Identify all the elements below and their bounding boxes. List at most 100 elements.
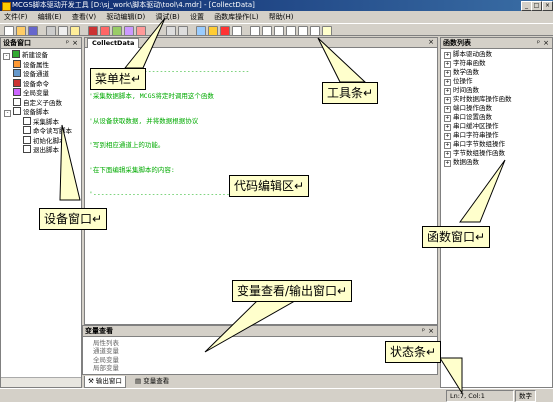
list-item[interactable]: 局部变量 xyxy=(93,364,437,372)
pin-icon[interactable]: ᵖ xyxy=(537,38,540,48)
replace-icon[interactable] xyxy=(274,26,284,36)
expand-icon[interactable]: + xyxy=(444,52,451,59)
command-icon[interactable] xyxy=(112,26,122,36)
output-icon: ⚒ xyxy=(88,377,94,385)
tree-item-function-category[interactable]: + 串口字符串操作 xyxy=(444,131,552,140)
tree-item-function-category[interactable]: + 串口设置函数 xyxy=(444,113,552,122)
tree-item-function-category[interactable]: + 串口缓冲区操作 xyxy=(444,122,552,131)
function-tree: + 脚本驱动函数 + 字符串函数 + 数学函数 + 位操作 + 时间函数 + 实时数据库操作… xyxy=(441,49,552,167)
pin-icon[interactable]: ᵖ xyxy=(422,326,425,336)
tree-item-function-category[interactable]: + 字符串函数 xyxy=(444,59,552,68)
expand-icon[interactable]: + xyxy=(444,124,451,131)
step-icon[interactable] xyxy=(232,26,242,36)
expand-icon[interactable]: + xyxy=(444,160,451,167)
paste-icon[interactable] xyxy=(70,26,80,36)
tree-item-device-props[interactable]: 设备属性 xyxy=(1,60,81,69)
expand-icon[interactable]: + xyxy=(444,106,451,113)
goto-icon[interactable] xyxy=(286,26,296,36)
expand-icon[interactable]: + xyxy=(444,70,451,77)
new-file-icon[interactable] xyxy=(4,26,14,36)
menu-file[interactable]: 文件(F) xyxy=(0,11,32,23)
cut-icon[interactable] xyxy=(46,26,56,36)
tab-variable-view[interactable]: ▤ 变量查看 xyxy=(132,376,172,387)
tree-item-device-command[interactable]: 设备命令 xyxy=(1,78,81,88)
tree-item-function-category[interactable]: + 时间函数 xyxy=(444,86,552,95)
compile-icon[interactable] xyxy=(196,26,206,36)
expand-icon[interactable]: + xyxy=(444,61,451,68)
tree-item-function-category[interactable]: + 位操作 xyxy=(444,77,552,86)
collapse-icon[interactable]: - xyxy=(4,110,11,118)
tree-item-function-category[interactable]: + 数学函数 xyxy=(444,68,552,77)
menu-help[interactable]: 帮助(H) xyxy=(265,11,298,23)
tree-item-function-category[interactable]: + 脚本驱动函数 xyxy=(444,50,552,59)
tree-item-function-category[interactable]: + 数据函数 xyxy=(444,158,552,167)
tab-output-window[interactable]: ⚒ 输出窗口 xyxy=(84,376,126,388)
expand-icon[interactable]: + xyxy=(444,79,451,86)
tree-item-function-category[interactable]: + 端口操作函数 xyxy=(444,104,552,113)
expand-icon[interactable]: + xyxy=(444,115,451,122)
tree-item-collect-script[interactable]: 采集脚本 xyxy=(1,117,81,126)
tree-item-function-category[interactable]: + 串口字节数组操作 xyxy=(444,140,552,149)
tree-item-device-channel[interactable]: 设备通道 xyxy=(1,69,81,78)
code-line: '在下面编辑采集脚本的内容: xyxy=(89,165,175,174)
device-panel-header: 设备窗口 ᵖ × xyxy=(1,38,81,49)
pin-icon[interactable]: ᵖ xyxy=(66,38,69,48)
function-panel: 函数列表 ᵖ × + 脚本驱动函数 + 字符串函数 + 数学函数 + 位操作 + 时间函数… xyxy=(440,37,553,388)
bottom-tabbar: ⚒ 输出窗口 ▤ 变量查看 xyxy=(82,376,438,388)
menu-edit[interactable]: 编辑(E) xyxy=(34,11,66,23)
tab-collectdata[interactable]: CollectData xyxy=(87,38,140,48)
callout-editor: 代码编辑区↵ xyxy=(229,175,310,197)
tree-item-device-script[interactable]: - 设备脚本 xyxy=(1,107,81,118)
variable-list: 局性列表 通道变量 全局变量 局部变量 xyxy=(83,337,437,373)
tree-item-custom-functions[interactable]: 自定义子函数 xyxy=(1,97,81,107)
tree-item-function-category[interactable]: + 字节数组操作函数 xyxy=(444,149,552,158)
function-icon xyxy=(13,97,21,106)
arrow-up-icon[interactable] xyxy=(166,26,176,36)
tree-item-init-script[interactable]: 初始化脚本 xyxy=(1,135,81,145)
menu-view[interactable]: 查看(V) xyxy=(68,11,100,23)
script-icon[interactable] xyxy=(124,26,134,36)
channel-icon[interactable] xyxy=(100,26,110,36)
menu-settings[interactable]: 设置 xyxy=(186,11,208,23)
expand-icon[interactable]: + xyxy=(444,133,451,140)
properties-icon xyxy=(13,60,21,68)
tree-item-global-vars[interactable]: 全局变量 xyxy=(1,88,81,97)
arrow-down-icon[interactable] xyxy=(178,26,188,36)
collapse-icon[interactable]: - xyxy=(3,53,10,60)
expand-icon[interactable]: + xyxy=(444,88,451,95)
close-button[interactable]: × xyxy=(542,1,553,11)
debug-window-icon[interactable] xyxy=(310,26,320,36)
delete-icon[interactable] xyxy=(136,26,146,36)
tree-item-new-device[interactable]: - 新建设备 xyxy=(1,50,81,60)
maximize-button[interactable]: □ xyxy=(531,1,542,11)
close-icon[interactable]: × xyxy=(543,38,549,48)
menu-driver-edit[interactable]: 驱动编辑(D) xyxy=(102,11,149,23)
bookmark-icon[interactable] xyxy=(250,26,260,36)
cursor-position: Ln:7, Col:1 xyxy=(446,390,514,402)
expand-icon[interactable]: + xyxy=(444,142,451,149)
help-icon[interactable] xyxy=(322,26,332,36)
device-icon xyxy=(12,50,20,58)
channel-icon xyxy=(13,69,21,78)
device-add-icon[interactable] xyxy=(88,26,98,36)
function-panel-header: 函数列表 ᵖ × xyxy=(441,38,552,49)
menu-function-library[interactable]: 函数库操作(L) xyxy=(210,11,262,23)
menu-debug[interactable]: 调试(B) xyxy=(151,11,183,23)
copy-icon[interactable] xyxy=(58,26,68,36)
close-icon[interactable]: × xyxy=(428,326,434,336)
close-icon[interactable]: × xyxy=(428,38,434,47)
watch-icon[interactable] xyxy=(298,26,308,36)
close-icon[interactable]: × xyxy=(72,38,78,48)
save-icon[interactable] xyxy=(28,26,38,36)
expand-icon[interactable]: + xyxy=(444,151,451,158)
horizontal-scrollbar[interactable] xyxy=(1,377,81,387)
expand-icon[interactable]: + xyxy=(444,97,451,104)
open-folder-icon[interactable] xyxy=(16,26,26,36)
stop-icon[interactable] xyxy=(220,26,230,36)
run-icon[interactable] xyxy=(208,26,218,36)
tree-item-rw-script[interactable]: 命令读写脚本 xyxy=(1,126,81,135)
tree-item-exit-script[interactable]: 退出脚本 xyxy=(1,145,81,154)
find-icon[interactable] xyxy=(262,26,272,36)
tree-item-function-category[interactable]: + 实时数据库操作函数 xyxy=(444,95,552,104)
script-file-icon xyxy=(23,126,31,135)
